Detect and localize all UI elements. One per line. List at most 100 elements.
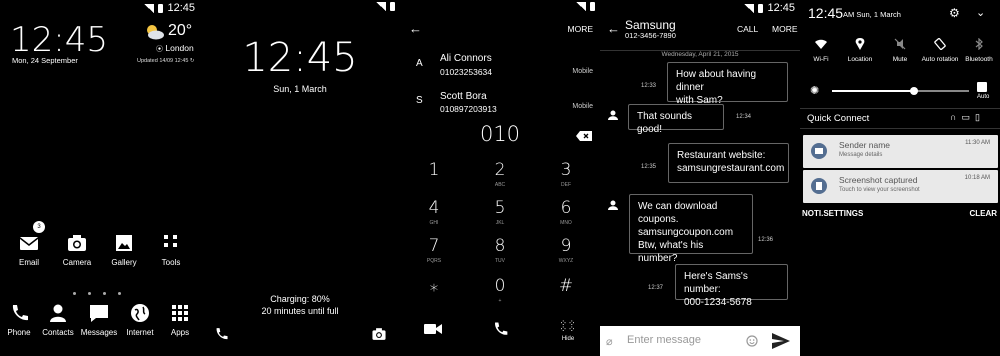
- app-label: Camera: [62, 258, 92, 267]
- quick-toggle-bluetooth[interactable]: Bluetooth: [959, 37, 999, 63]
- attach-icon[interactable]: ⌀: [606, 335, 613, 348]
- message-time: 12:37: [648, 285, 664, 291]
- lock-date: Sun, 1 March: [273, 84, 327, 94]
- sender-avatar-icon[interactable]: [608, 107, 618, 120]
- brightness-slider[interactable]: [832, 87, 969, 95]
- battery-icon: [390, 2, 395, 11]
- quick-connect-icons[interactable]: ∩▭▯: [950, 112, 985, 123]
- dial-key[interactable]: 6 MNO: [546, 198, 586, 226]
- bluetooth-icon: [973, 37, 985, 51]
- divider: [800, 108, 1000, 109]
- contact-suggestion[interactable]: S Scott Bora 010897203913 Mobile: [400, 89, 600, 125]
- contact-letter: A: [416, 58, 423, 69]
- quick-toggle-mute[interactable]: Mute: [880, 38, 920, 63]
- dial-key[interactable]: 2 ABC: [480, 160, 520, 188]
- camera-icon[interactable]: [371, 326, 387, 347]
- dial-key-letters: PQRS: [426, 258, 442, 264]
- notification-card[interactable]: Sender name Message details 11:30 AM: [803, 135, 998, 168]
- dial-key-digit: 2: [494, 160, 506, 180]
- call-button[interactable]: CALL: [737, 24, 758, 34]
- dial-key[interactable]: 1: [414, 160, 454, 182]
- send-icon[interactable]: [772, 333, 790, 354]
- clear-button[interactable]: CLEAR: [969, 209, 997, 218]
- dial-entry[interactable]: 010: [400, 122, 600, 146]
- app-gallery[interactable]: Gallery: [104, 232, 144, 267]
- dial-key[interactable]: #: [546, 276, 586, 298]
- quick-toggle-auto-rotation[interactable]: Auto rotation: [920, 38, 960, 63]
- tablet-icon: ▯: [974, 112, 985, 122]
- message-bubble-incoming[interactable]: We can download coupons. samsungcoupon.c…: [629, 194, 753, 264]
- chevron-down-icon[interactable]: ⌄: [976, 6, 985, 19]
- more-button[interactable]: MORE: [772, 24, 798, 34]
- lock-screen: 12:45 Sun, 1 March Charging: 80% 20 minu…: [200, 0, 400, 356]
- quick-toggle-wi-fi[interactable]: Wi-Fi: [801, 38, 841, 63]
- message-bubble-incoming[interactable]: That sounds good!: [628, 104, 724, 135]
- notification-card[interactable]: Screenshot captured Touch to view your s…: [803, 170, 998, 203]
- auto-brightness-checkbox[interactable]: [977, 82, 987, 92]
- hide-keypad-button[interactable]: ⁘⁘ ⁘⁘ Hide: [557, 319, 579, 343]
- settings-gear-icon[interactable]: ⚙: [949, 6, 960, 20]
- dial-key[interactable]: 4 GHI: [414, 198, 454, 226]
- gallery-icon: [113, 232, 135, 254]
- dial-key[interactable]: 8 TUV: [480, 236, 520, 264]
- message-bubble-outgoing[interactable]: How about having dinner with Sam?: [667, 62, 788, 106]
- phone-icon[interactable]: [213, 326, 229, 347]
- dock-internet[interactable]: Internet: [120, 302, 160, 337]
- emoji-icon[interactable]: [746, 334, 758, 352]
- app-camera[interactable]: Camera: [57, 232, 97, 267]
- dial-key-digit: 0: [494, 276, 506, 296]
- sender-avatar-icon[interactable]: [608, 197, 618, 210]
- app-email[interactable]: 3 Email: [9, 221, 49, 267]
- weather-temp[interactable]: 20°: [168, 22, 192, 40]
- dock-apps[interactable]: Apps: [160, 302, 200, 337]
- back-arrow-icon[interactable]: ←: [607, 21, 620, 36]
- quick-connect-label[interactable]: Quick Connect: [807, 113, 869, 124]
- charging-remaining: 20 minutes until full: [261, 306, 339, 316]
- contact-suggestion[interactable]: A Ali Connors 01023253634 Mobile: [400, 50, 600, 86]
- message-bubble-outgoing[interactable]: Restaurant website: samsungrestaurant.co…: [668, 143, 789, 183]
- mute-icon: [894, 38, 906, 50]
- quick-toggle-location[interactable]: Location: [840, 38, 880, 63]
- chat-date: Wednesday, April 21, 2015: [600, 51, 800, 58]
- message-bubble-outgoing[interactable]: Here's Sams's number: 000-1234-5678: [675, 264, 788, 308]
- notification-detail: Touch to view your screenshot: [839, 187, 920, 193]
- dial-key-digit: 8: [494, 236, 506, 256]
- dial-key-letters: MNO: [560, 220, 572, 226]
- video-call-icon[interactable]: [424, 322, 442, 340]
- back-arrow-icon[interactable]: ←: [409, 21, 422, 36]
- dial-key-digit: 3: [560, 160, 572, 180]
- status-bar: [376, 2, 395, 11]
- message-time: 12:36: [758, 237, 774, 243]
- dial-key[interactable]: 3 DEF: [546, 160, 586, 188]
- dial-key-digit: 7: [428, 236, 440, 256]
- message-composer: ⌀ Enter message: [600, 326, 800, 356]
- call-button[interactable]: [491, 320, 509, 343]
- dock-phone[interactable]: Phone: [0, 302, 39, 337]
- dial-key[interactable]: 0 +: [480, 276, 520, 304]
- more-button[interactable]: MORE: [568, 24, 594, 34]
- dial-key[interactable]: 9 WXYZ: [546, 236, 586, 264]
- refresh-icon[interactable]: ↻: [190, 58, 195, 64]
- messages-icon: [88, 302, 110, 324]
- brightness-thumb[interactable]: [910, 87, 919, 95]
- status-time: 12:45: [167, 2, 195, 14]
- dial-key[interactable]: ⁎: [414, 276, 454, 298]
- home-clock[interactable]: 12:45: [10, 20, 108, 60]
- message-icon: [811, 143, 827, 159]
- quick-toggle-label: Wi-Fi: [813, 56, 829, 63]
- weather-updated: Updated 14/09 12:45: [137, 58, 189, 64]
- page-indicator: [67, 282, 127, 300]
- dial-key[interactable]: 7 PQRS: [414, 236, 454, 264]
- dock-messages[interactable]: Messages: [79, 302, 119, 337]
- location-icon: [854, 38, 866, 50]
- message-input[interactable]: Enter message: [627, 334, 701, 346]
- screenshot-icon: [811, 178, 827, 194]
- dial-key[interactable]: 5 JKL: [480, 198, 520, 226]
- dial-key-digit: ⁎: [429, 276, 439, 296]
- quick-toggle-label: Bluetooth: [965, 56, 993, 63]
- contacts-icon: [47, 302, 69, 324]
- noti-settings-button[interactable]: NOTI.SETTINGS: [802, 209, 863, 218]
- app-tools[interactable]: Tools: [151, 232, 191, 267]
- dock-contacts[interactable]: Contacts: [38, 302, 78, 337]
- backspace-icon[interactable]: [576, 128, 592, 146]
